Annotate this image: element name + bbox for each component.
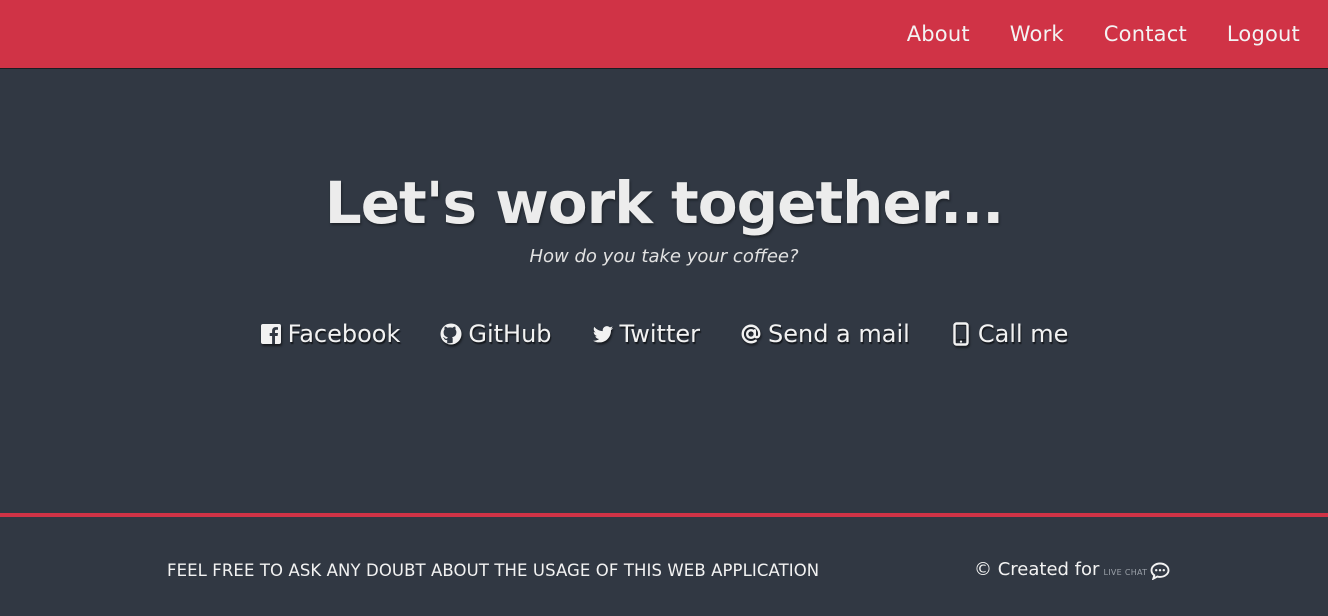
- footer-credit: © Created for LIVE CHAT: [974, 559, 1170, 580]
- github-icon: [440, 323, 462, 345]
- facebook-label: Facebook: [287, 320, 401, 348]
- twitter-link[interactable]: Twitter: [592, 320, 700, 348]
- github-link[interactable]: GitHub: [440, 320, 552, 348]
- facebook-link[interactable]: Facebook: [260, 320, 401, 348]
- contact-hero: Let's work together... How do you take y…: [0, 69, 1328, 513]
- chat-bubble-icon: [1150, 562, 1170, 580]
- footer-help-text: FEEL FREE TO ASK ANY DOUBT ABOUT THE USA…: [167, 561, 820, 580]
- phone-icon: [953, 322, 969, 346]
- nav-logout-link[interactable]: Logout: [1227, 22, 1300, 46]
- at-icon: [741, 324, 761, 344]
- send-mail-label: Send a mail: [767, 320, 910, 348]
- livechat-logo-text[interactable]: LIVE CHAT: [1103, 568, 1147, 577]
- page-subtitle: How do you take your coffee?: [529, 246, 799, 267]
- call-me-label: Call me: [977, 320, 1069, 348]
- twitter-icon: [592, 326, 613, 343]
- nav-menu: About Work Contact Logout: [867, 0, 1300, 68]
- twitter-label: Twitter: [619, 320, 700, 348]
- page-footer: FEEL FREE TO ASK ANY DOUBT ABOUT THE USA…: [0, 513, 1328, 616]
- github-label: GitHub: [468, 320, 552, 348]
- page-title: Let's work together...: [324, 169, 1005, 237]
- facebook-icon: [260, 324, 281, 344]
- top-navbar: About Work Contact Logout: [0, 0, 1328, 69]
- nav-work-link[interactable]: Work: [1010, 22, 1064, 46]
- footer-created-text: © Created for: [974, 559, 1100, 580]
- social-links: Facebook GitHub Twitter Send a mail Call…: [0, 320, 1328, 348]
- nav-contact-link[interactable]: Contact: [1104, 22, 1187, 46]
- send-mail-link[interactable]: Send a mail: [740, 320, 910, 348]
- call-me-link[interactable]: Call me: [950, 320, 1069, 348]
- nav-about-link[interactable]: About: [907, 22, 970, 46]
